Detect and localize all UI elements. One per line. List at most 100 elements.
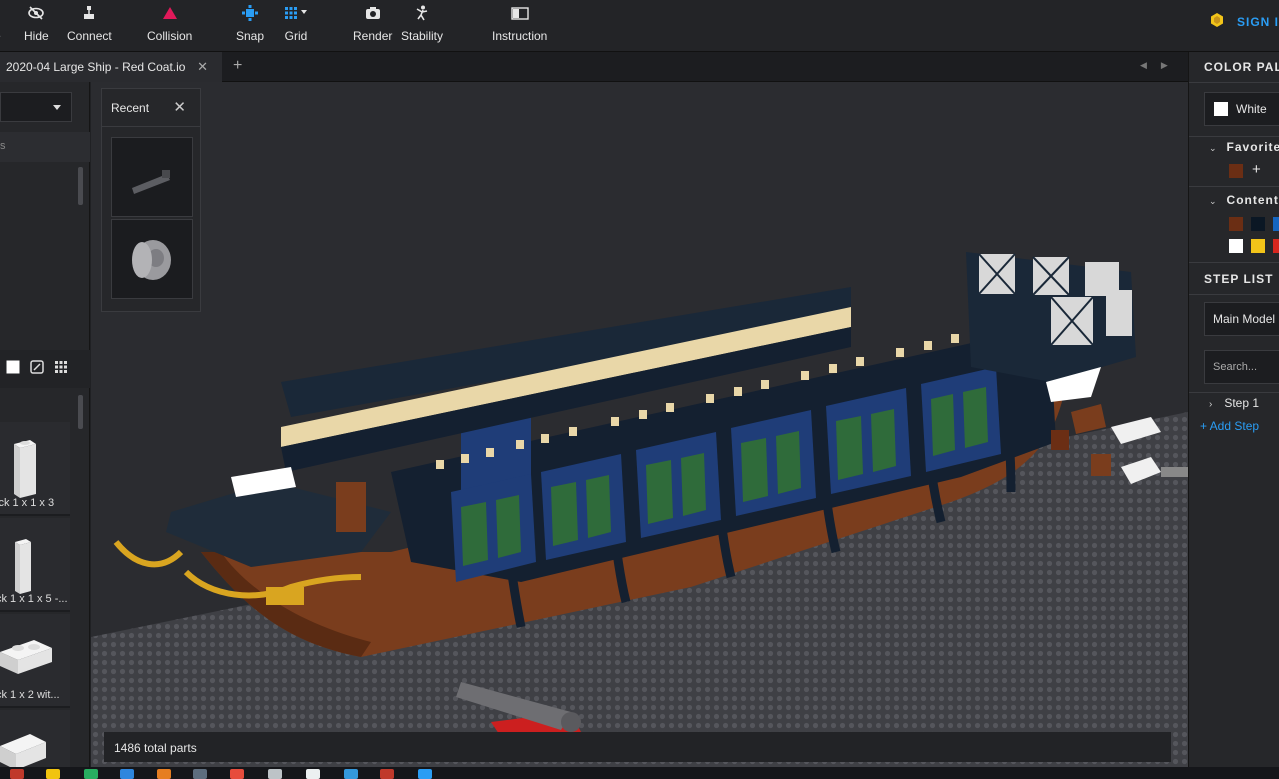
close-icon[interactable]: ✕ (173, 98, 186, 116)
step-label: Step 1 (1224, 396, 1260, 410)
brick-1x2-image (0, 640, 52, 674)
content-section[interactable]: ⌄ Content (1209, 193, 1279, 207)
viewport-canvas[interactable] (91, 82, 1188, 772)
favorites-label: Favorite (1226, 140, 1279, 154)
brick-image (0, 734, 46, 770)
chevron-right-icon: › (1209, 399, 1213, 410)
stability-icon (414, 4, 430, 22)
instruction-button[interactable]: Instruction (492, 4, 547, 43)
toolbar-partial-button[interactable]: e (0, 4, 1, 43)
taskbar-app-icon[interactable] (157, 769, 171, 779)
snap-label: Snap (236, 29, 265, 43)
main-toolbar: e Hide Connect Collision Snap Grid Ren (0, 0, 1279, 52)
grid-view-icon[interactable] (54, 360, 68, 379)
snap-icon (242, 4, 259, 22)
brick-1x1x5-image (15, 539, 31, 594)
stability-label: Stability (401, 29, 444, 43)
taskbar-app-icon[interactable] (10, 769, 24, 779)
wheel-part-image (132, 240, 171, 280)
divider (1189, 262, 1279, 263)
brick-item[interactable]: ck 1 x 1 x 5 -... (0, 518, 70, 612)
toolbar-partial-label: e (0, 29, 1, 43)
color-palette-title: COLOR PAL (1204, 60, 1279, 74)
recent-title: Recent (111, 100, 150, 115)
hexagon-icon (1209, 12, 1225, 31)
swatch-navy[interactable] (1251, 217, 1265, 231)
swatch-brown[interactable] (1229, 217, 1243, 231)
grid-button[interactable]: Grid (284, 4, 308, 43)
recent-part-item[interactable] (111, 137, 193, 217)
swatch-yellow[interactable] (1251, 239, 1265, 253)
brick-item[interactable] (0, 710, 70, 770)
taskbar-app-icon[interactable] (344, 769, 358, 779)
brick-list-scrollbar[interactable] (78, 395, 83, 429)
category-scrollbar[interactable] (78, 167, 83, 205)
grid-icon (284, 4, 308, 22)
white-swatch (1214, 102, 1228, 116)
close-icon[interactable]: ✕ (197, 59, 208, 75)
recent-part-item[interactable] (111, 219, 193, 299)
build-viewport[interactable] (91, 82, 1188, 772)
snap-button[interactable]: Snap (236, 4, 264, 43)
view-options (0, 350, 90, 388)
brick-item[interactable]: ick 1 x 1 x 3 (0, 422, 70, 516)
favorite-swatch-brown[interactable] (1229, 164, 1243, 178)
taskbar-calculator-icon[interactable] (306, 769, 320, 779)
stability-button[interactable]: Stability (401, 4, 443, 43)
instruction-label: Instruction (492, 29, 548, 43)
eye-off-icon (27, 4, 45, 22)
swatch-white[interactable] (1229, 239, 1243, 253)
sign-in-label: SIGN I (1236, 14, 1279, 29)
brick-search-field[interactable]: s (0, 132, 90, 162)
taskbar-studio-icon[interactable] (418, 769, 432, 779)
taskbar-word-icon[interactable] (120, 769, 134, 779)
add-tab-button[interactable]: + (233, 57, 242, 75)
taskbar-app-icon[interactable] (380, 769, 394, 779)
swatch-red[interactable] (1273, 239, 1279, 253)
tab-large-ship[interactable]: 2020-04 Large Ship - Red Coat.io ✕ (0, 52, 222, 82)
collision-button[interactable]: Collision (147, 4, 192, 43)
recent-panel: Recent ✕ (101, 88, 201, 312)
taskbar-app-icon[interactable] (193, 769, 207, 779)
brick-label: ick 1 x 1 x 3 (0, 497, 55, 509)
favorites-section[interactable]: ⌄ Favorite (1209, 140, 1279, 154)
edit-view-icon[interactable] (30, 359, 44, 379)
tab-title: 2020-04 Large Ship - Red Coat.io (6, 60, 186, 74)
swatch-blue[interactable] (1273, 217, 1279, 231)
taskbar-folder-icon[interactable] (46, 769, 60, 779)
brick-1x1x3-image (14, 440, 36, 498)
recent-header: Recent ✕ (102, 89, 200, 127)
os-taskbar (0, 767, 1279, 779)
tab-scroll-arrows[interactable]: ◀▶ (1140, 60, 1182, 71)
book-icon (510, 4, 529, 22)
render-button[interactable]: Render (353, 4, 392, 43)
grid-label: Grid (284, 29, 308, 43)
taskbar-app-icon[interactable] (230, 769, 244, 779)
sign-in-button[interactable]: SIGN I (1209, 12, 1279, 31)
selected-color-dropdown[interactable]: White (1204, 92, 1279, 126)
divider (1189, 392, 1279, 393)
brick-item[interactable]: ck 1 x 2 wit... (0, 614, 70, 708)
add-favorite-button[interactable]: + (1252, 161, 1261, 178)
render-label: Render (353, 29, 393, 43)
square-view-icon[interactable] (6, 360, 20, 379)
model-select[interactable]: Main Model (1204, 302, 1279, 336)
step-search-input[interactable]: Search... (1204, 350, 1279, 384)
cannon-barrel-part-image (132, 170, 170, 194)
taskbar-excel-icon[interactable] (84, 769, 98, 779)
selected-color-label: White (1236, 102, 1267, 116)
divider (1189, 82, 1279, 83)
hide-button[interactable]: Hide (24, 4, 49, 43)
hide-label: Hide (24, 29, 49, 43)
camera-icon (365, 4, 381, 22)
color-and-step-panel: COLOR PAL White ⌄ Favorite + ⌄ Content STE… (1188, 52, 1279, 772)
step-item[interactable]: › Step 1 (1209, 396, 1259, 410)
taskbar-app-icon[interactable] (268, 769, 282, 779)
content-label: Content (1226, 193, 1279, 207)
collision-label: Collision (147, 29, 193, 43)
connect-label: Connect (67, 29, 112, 43)
category-dropdown[interactable] (0, 92, 72, 122)
add-step-button[interactable]: + Add Step (1200, 419, 1259, 433)
brick-label: ck 1 x 1 x 5 -... (0, 593, 68, 605)
connect-button[interactable]: Connect (67, 4, 112, 43)
